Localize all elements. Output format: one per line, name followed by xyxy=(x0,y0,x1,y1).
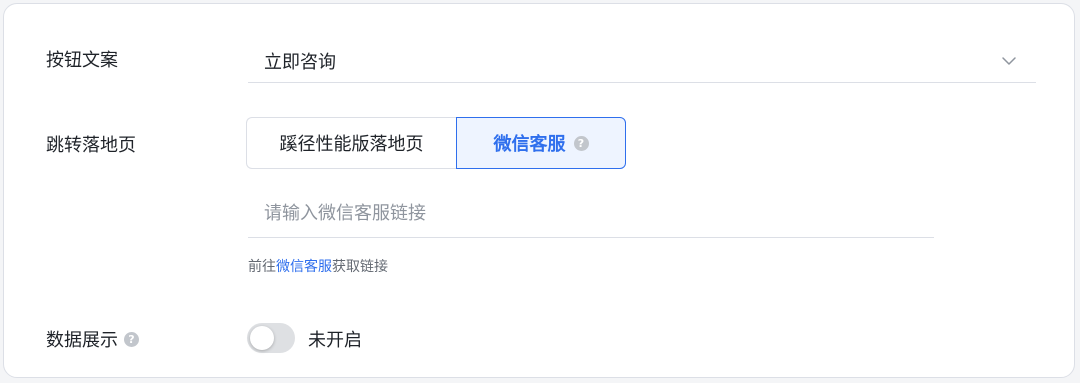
wechat-service-link-input[interactable] xyxy=(248,190,934,238)
help-icon[interactable]: ? xyxy=(573,135,589,151)
segment-performance-landing-label: 蹊径性能版落地页 xyxy=(279,134,424,155)
chevron-down-icon xyxy=(1002,57,1016,65)
landing-page-label: 跳转落地页 xyxy=(46,131,136,157)
link-hint: 前往微信客服获取链接 xyxy=(248,256,388,276)
landing-page-label-text: 跳转落地页 xyxy=(46,135,136,156)
wechat-service-link[interactable]: 微信客服 xyxy=(276,259,332,275)
settings-card: 按钮文案 立即咨询 跳转落地页 蹊径性能版落地页 微信客服 ? 前往微信客服获取… xyxy=(3,3,1075,378)
data-display-status: 未开启 xyxy=(308,330,362,351)
segment-performance-landing[interactable]: 蹊径性能版落地页 xyxy=(246,117,456,169)
segment-wechat-service-label: 微信客服 xyxy=(493,134,566,155)
segment-wechat-service[interactable]: 微信客服 ? xyxy=(456,117,626,169)
toggle-knob xyxy=(250,326,274,350)
landing-page-segmented: 蹊径性能版落地页 微信客服 ? xyxy=(246,117,626,169)
help-icon[interactable]: ? xyxy=(124,331,139,347)
hint-prefix: 前往 xyxy=(248,259,276,275)
button-text-select[interactable]: 立即咨询 xyxy=(248,40,1036,83)
button-text-select-value: 立即咨询 xyxy=(264,52,336,73)
button-text-label: 按钮文案 xyxy=(46,46,118,72)
data-display-toggle[interactable] xyxy=(247,323,295,353)
data-display-label-text: 数据展示 xyxy=(46,330,118,351)
button-text-label-text: 按钮文案 xyxy=(46,50,118,71)
data-display-label: 数据展示 ? xyxy=(46,326,139,352)
hint-suffix: 获取链接 xyxy=(332,259,388,275)
